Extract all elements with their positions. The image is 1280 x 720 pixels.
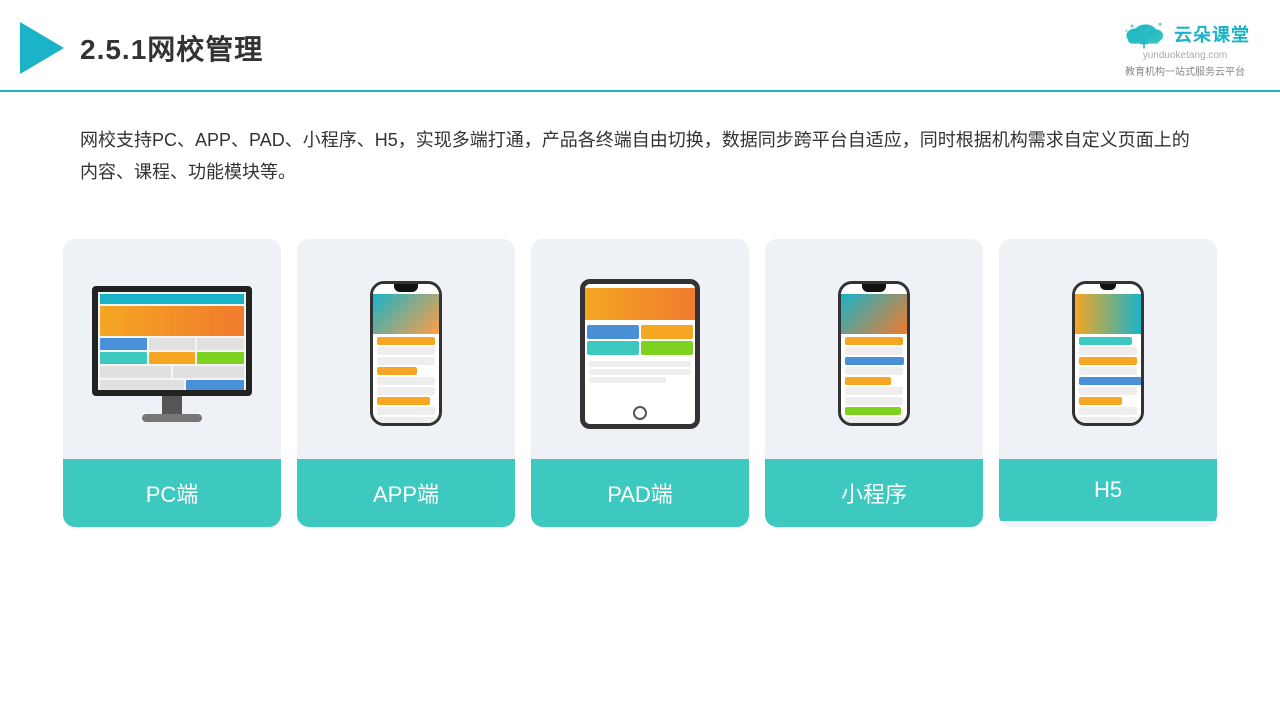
tablet-home-button — [633, 406, 647, 420]
header-right: 云朵课堂 yunduoketang.com 教育机构一站式服务云平台 — [1120, 18, 1250, 78]
card-miniprogram-label: 小程序 — [765, 459, 983, 527]
brand-logo: 云朵课堂 — [1120, 18, 1250, 50]
page-header: 2.5.1网校管理 — [0, 0, 1280, 92]
card-pc-label: PC端 — [63, 459, 281, 527]
description-paragraph: 网校支持PC、APP、PAD、小程序、H5，实现多端打通，产品各终端自由切换，数… — [80, 124, 1200, 189]
card-miniprogram: 小程序 — [765, 239, 983, 527]
phone-notch — [394, 284, 418, 292]
card-app-image — [297, 239, 515, 459]
brand-url: yunduoketang.com — [1143, 50, 1228, 61]
logo-triangle-icon — [20, 22, 64, 74]
card-pad-label: PAD端 — [531, 459, 749, 527]
card-h5-image — [999, 239, 1217, 459]
phone-notch-3 — [1100, 284, 1116, 290]
monitor-base — [142, 414, 202, 422]
card-app-label: APP端 — [297, 459, 515, 527]
card-pc: PC端 — [63, 239, 281, 527]
brand-name: 云朵课堂 — [1174, 21, 1250, 47]
phone-notch-2 — [862, 284, 886, 292]
cloud-icon — [1120, 18, 1168, 50]
platform-cards: PC端 APP端 — [0, 219, 1280, 547]
phone-mockup-app — [370, 281, 442, 426]
header-left: 2.5.1网校管理 — [20, 22, 263, 74]
card-pad-image — [531, 239, 749, 459]
page-title: 2.5.1网校管理 — [80, 28, 263, 68]
phone-mockup-h5 — [1072, 281, 1144, 426]
brand-tagline: 教育机构一站式服务云平台 — [1125, 63, 1245, 78]
card-app: APP端 — [297, 239, 515, 527]
monitor-mockup — [92, 286, 252, 422]
description-text: 网校支持PC、APP、PAD、小程序、H5，实现多端打通，产品各终端自由切换，数… — [0, 92, 1280, 209]
card-pad: PAD端 — [531, 239, 749, 527]
card-h5: H5 — [999, 239, 1217, 527]
monitor-screen — [92, 286, 252, 396]
card-h5-label: H5 — [999, 459, 1217, 521]
monitor-stand — [162, 396, 182, 414]
tablet-mockup — [580, 279, 700, 429]
phone-mockup-miniprogram — [838, 281, 910, 426]
card-miniprogram-image — [765, 239, 983, 459]
card-pc-image — [63, 239, 281, 459]
